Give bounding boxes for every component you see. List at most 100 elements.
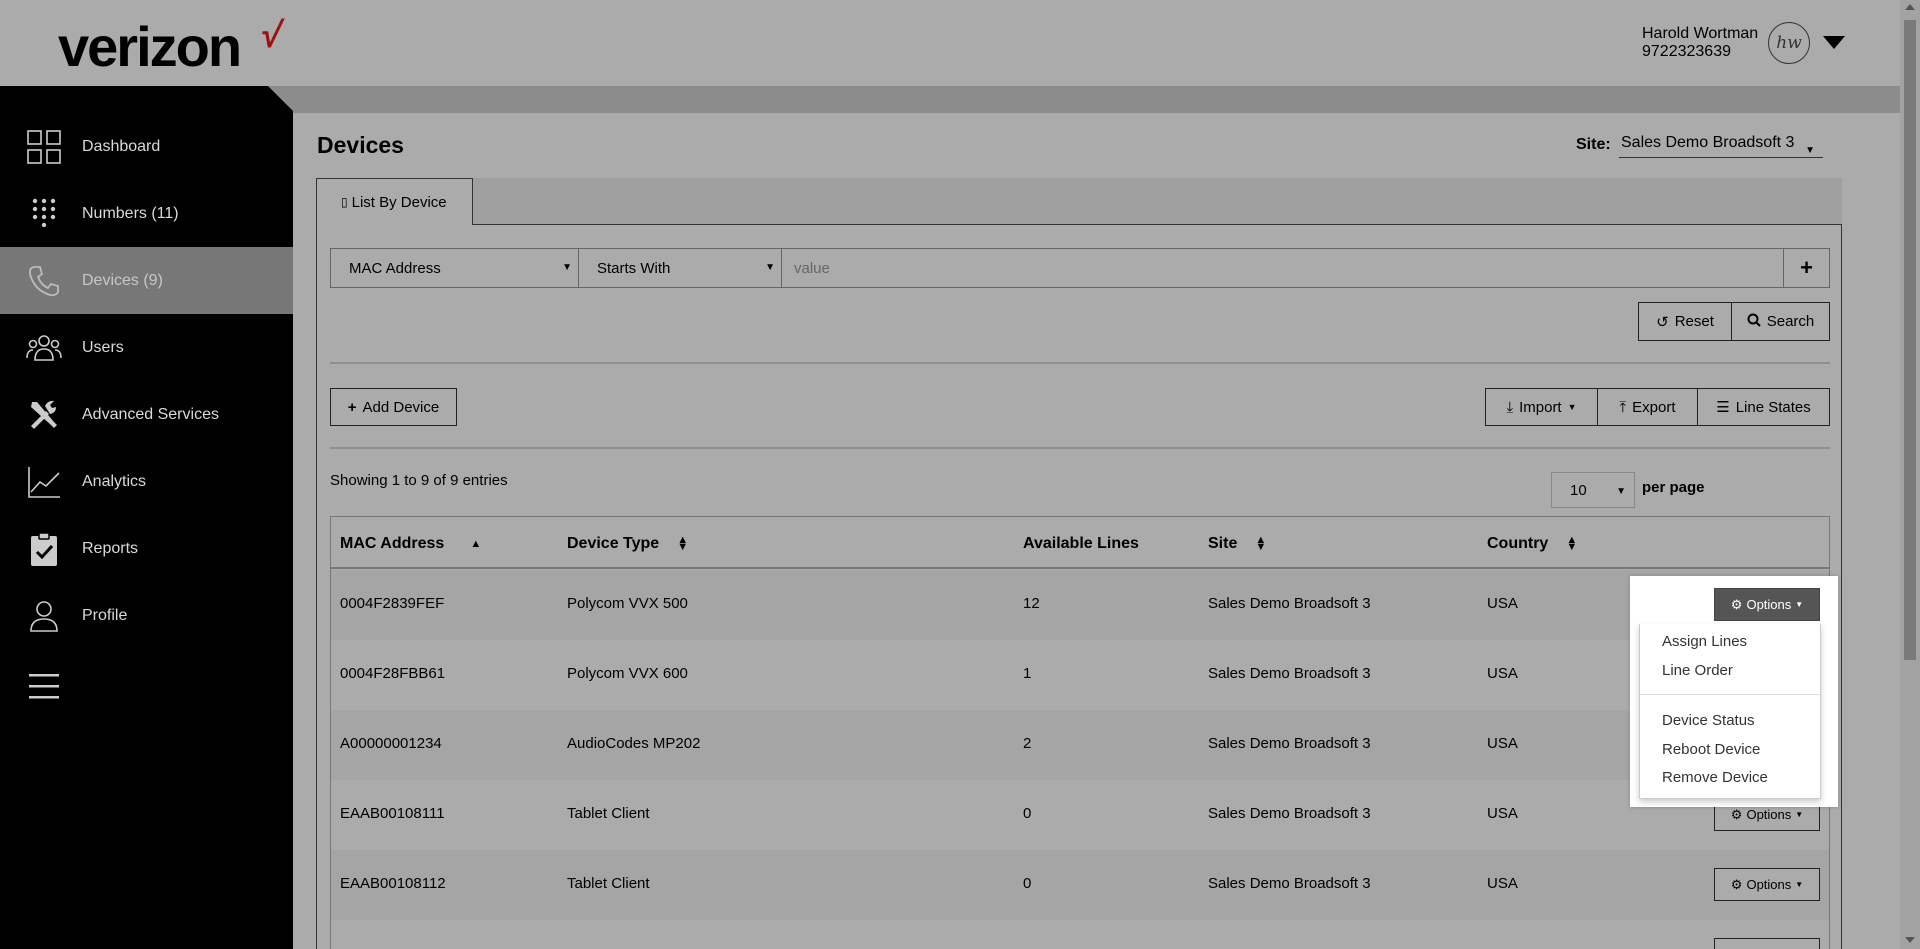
cell-mac: 0004F2839FEF: [340, 595, 445, 612]
add-filter-button[interactable]: +: [1783, 249, 1829, 287]
line-states-label: Line States: [1735, 398, 1811, 416]
column-header-site[interactable]: Site ▲ ▼: [1208, 535, 1266, 553]
table-row[interactable]: EAAB00108112 Tablet Client 0 Sales Demo …: [331, 850, 1829, 920]
cell-site: Sales Demo Broadsoft 3: [1208, 875, 1371, 892]
options-label: Options: [1746, 807, 1792, 822]
export-button[interactable]: ⤒ Export: [1597, 388, 1698, 426]
column-header-label: Available Lines: [1023, 535, 1139, 552]
per-page-label: per page: [1642, 479, 1705, 496]
cell-country: USA: [1487, 595, 1518, 612]
options-button-open[interactable]: ⚙ Options ▼: [1714, 588, 1820, 621]
column-header-label: Site: [1208, 535, 1238, 552]
reset-label: Reset: [1674, 313, 1714, 330]
vertical-scrollbar[interactable]: [1900, 0, 1920, 949]
tab-list-by-device[interactable]: ▯ List By Device: [316, 178, 473, 225]
header-band: [293, 86, 1900, 113]
cell-mac: A00000001234: [340, 735, 442, 752]
site-label: Site:: [1576, 136, 1611, 153]
table-row[interactable]: 0004F2839FEF Polycom VVX 500 12 Sales De…: [331, 570, 1829, 640]
search-icon: [1747, 313, 1761, 331]
divider: [330, 362, 1830, 364]
cell-site: Sales Demo Broadsoft 3: [1208, 805, 1371, 822]
plus-icon: +: [347, 398, 357, 416]
header-band-corner: [268, 86, 295, 113]
menu-item-device-status[interactable]: Device Status: [1662, 712, 1755, 729]
gear-icon: ⚙: [1730, 876, 1743, 892]
cell-site: Sales Demo Broadsoft 3: [1208, 735, 1371, 752]
sidebar-item-users[interactable]: Users: [0, 314, 293, 381]
cell-device-type: AudioCodes MP202: [567, 735, 701, 752]
caret-down-icon: ▼: [1805, 145, 1815, 156]
column-header-country[interactable]: Country ▲ ▼: [1487, 535, 1577, 553]
caret-down-icon: ▼: [1567, 402, 1577, 412]
user-info: Harold Wortman 9722323639: [1642, 25, 1758, 61]
avatar[interactable]: hw: [1768, 22, 1810, 64]
divider: [330, 447, 1830, 449]
sidebar-item-label: Advanced Services: [82, 405, 219, 423]
clipboard-check-icon: [26, 531, 62, 567]
sidebar-menu-toggle[interactable]: [0, 652, 293, 719]
filter-field-select[interactable]: MAC Address ▼: [331, 249, 579, 287]
table-row[interactable]: [331, 920, 1829, 949]
caret-down-icon: ▼: [1795, 810, 1804, 819]
menu-item-remove-device[interactable]: Remove Device: [1662, 769, 1768, 786]
column-header-mac[interactable]: MAC Address ▲: [340, 535, 481, 553]
filter-value-input[interactable]: value: [782, 249, 1783, 287]
sidebar-item-analytics[interactable]: Analytics: [0, 448, 293, 515]
sidebar-item-reports[interactable]: Reports: [0, 515, 293, 582]
cell-available-lines: 0: [1023, 805, 1032, 822]
options-button[interactable]: [1714, 938, 1820, 949]
table-row[interactable]: EAAB00108111 Tablet Client 0 Sales Demo …: [331, 780, 1829, 850]
column-header-available-lines: Available Lines: [1023, 535, 1139, 553]
menu-item-reboot-device[interactable]: Reboot Device: [1662, 741, 1760, 758]
site-select[interactable]: Sales Demo Broadsoft 3 ▼: [1619, 134, 1823, 158]
sidebar-item-devices[interactable]: Devices (9): [0, 247, 293, 314]
keypad-icon: [26, 196, 62, 232]
user-menu-caret-icon[interactable]: [1823, 36, 1845, 49]
per-page-select[interactable]: 10 ▼: [1551, 472, 1635, 508]
reset-icon: ↺: [1656, 313, 1669, 331]
cell-mac: 0004F28FBB61: [340, 665, 446, 682]
caret-down-icon: ▼: [1616, 486, 1626, 497]
user-icon: [26, 598, 62, 634]
sidebar-item-advanced-services[interactable]: Advanced Services: [0, 381, 293, 448]
cell-mac: EAAB00108111: [340, 805, 445, 822]
add-device-label: Add Device: [362, 398, 440, 416]
cell-device-type: Tablet Client: [567, 875, 650, 892]
scroll-thumb[interactable]: [1904, 20, 1916, 660]
sort-icon: ▲ ▼: [1566, 534, 1578, 553]
menu-item-assign-lines[interactable]: Assign Lines: [1662, 633, 1747, 650]
menu-item-line-order[interactable]: Line Order: [1662, 662, 1733, 679]
device-icon: ▯: [341, 195, 348, 209]
column-header-label: Device Type: [567, 535, 660, 552]
scroll-up-arrow-icon[interactable]: [1905, 4, 1915, 10]
cell-device-type: Polycom VVX 500: [567, 595, 688, 612]
sidebar-item-profile[interactable]: Profile: [0, 582, 293, 649]
sidebar-item-numbers[interactable]: Numbers (11): [0, 180, 293, 247]
line-states-button[interactable]: ☰ Line States: [1697, 388, 1830, 426]
cell-available-lines: 12: [1023, 595, 1040, 612]
options-button[interactable]: ⚙ Options ▼: [1714, 868, 1820, 901]
table-row[interactable]: A00000001234 AudioCodes MP202 2 Sales De…: [331, 710, 1829, 780]
gear-icon: ⚙: [1730, 806, 1743, 822]
caret-down-icon: ▼: [1795, 880, 1804, 889]
cell-available-lines: 2: [1023, 735, 1032, 752]
caret-down-icon: ▼: [765, 262, 775, 273]
sidebar-item-dashboard[interactable]: Dashboard: [0, 113, 293, 180]
list-icon: ☰: [1716, 399, 1730, 416]
filter-operator-select[interactable]: Starts With ▼: [579, 249, 782, 287]
column-header-device-type[interactable]: Device Type ▲ ▼: [567, 535, 688, 553]
reset-button[interactable]: ↺ Reset: [1638, 302, 1732, 341]
verizon-logo[interactable]: verizon: [58, 14, 242, 79]
import-button[interactable]: ⤓ Import ▼: [1485, 388, 1598, 426]
page-title: Devices: [317, 132, 404, 158]
caret-down-icon: ▼: [562, 262, 572, 273]
table-row[interactable]: 0004F28FBB61 Polycom VVX 600 1 Sales Dem…: [331, 640, 1829, 710]
entries-info: Showing 1 to 9 of 9 entries: [330, 472, 508, 489]
sort-icon: ▲ ▼: [1255, 534, 1267, 553]
add-device-button[interactable]: + Add Device: [330, 388, 457, 426]
scroll-down-arrow-icon[interactable]: [1905, 937, 1915, 943]
gear-icon: ⚙: [1730, 596, 1743, 612]
sidebar-item-label: Dashboard: [82, 137, 161, 155]
search-button[interactable]: Search: [1731, 302, 1830, 341]
